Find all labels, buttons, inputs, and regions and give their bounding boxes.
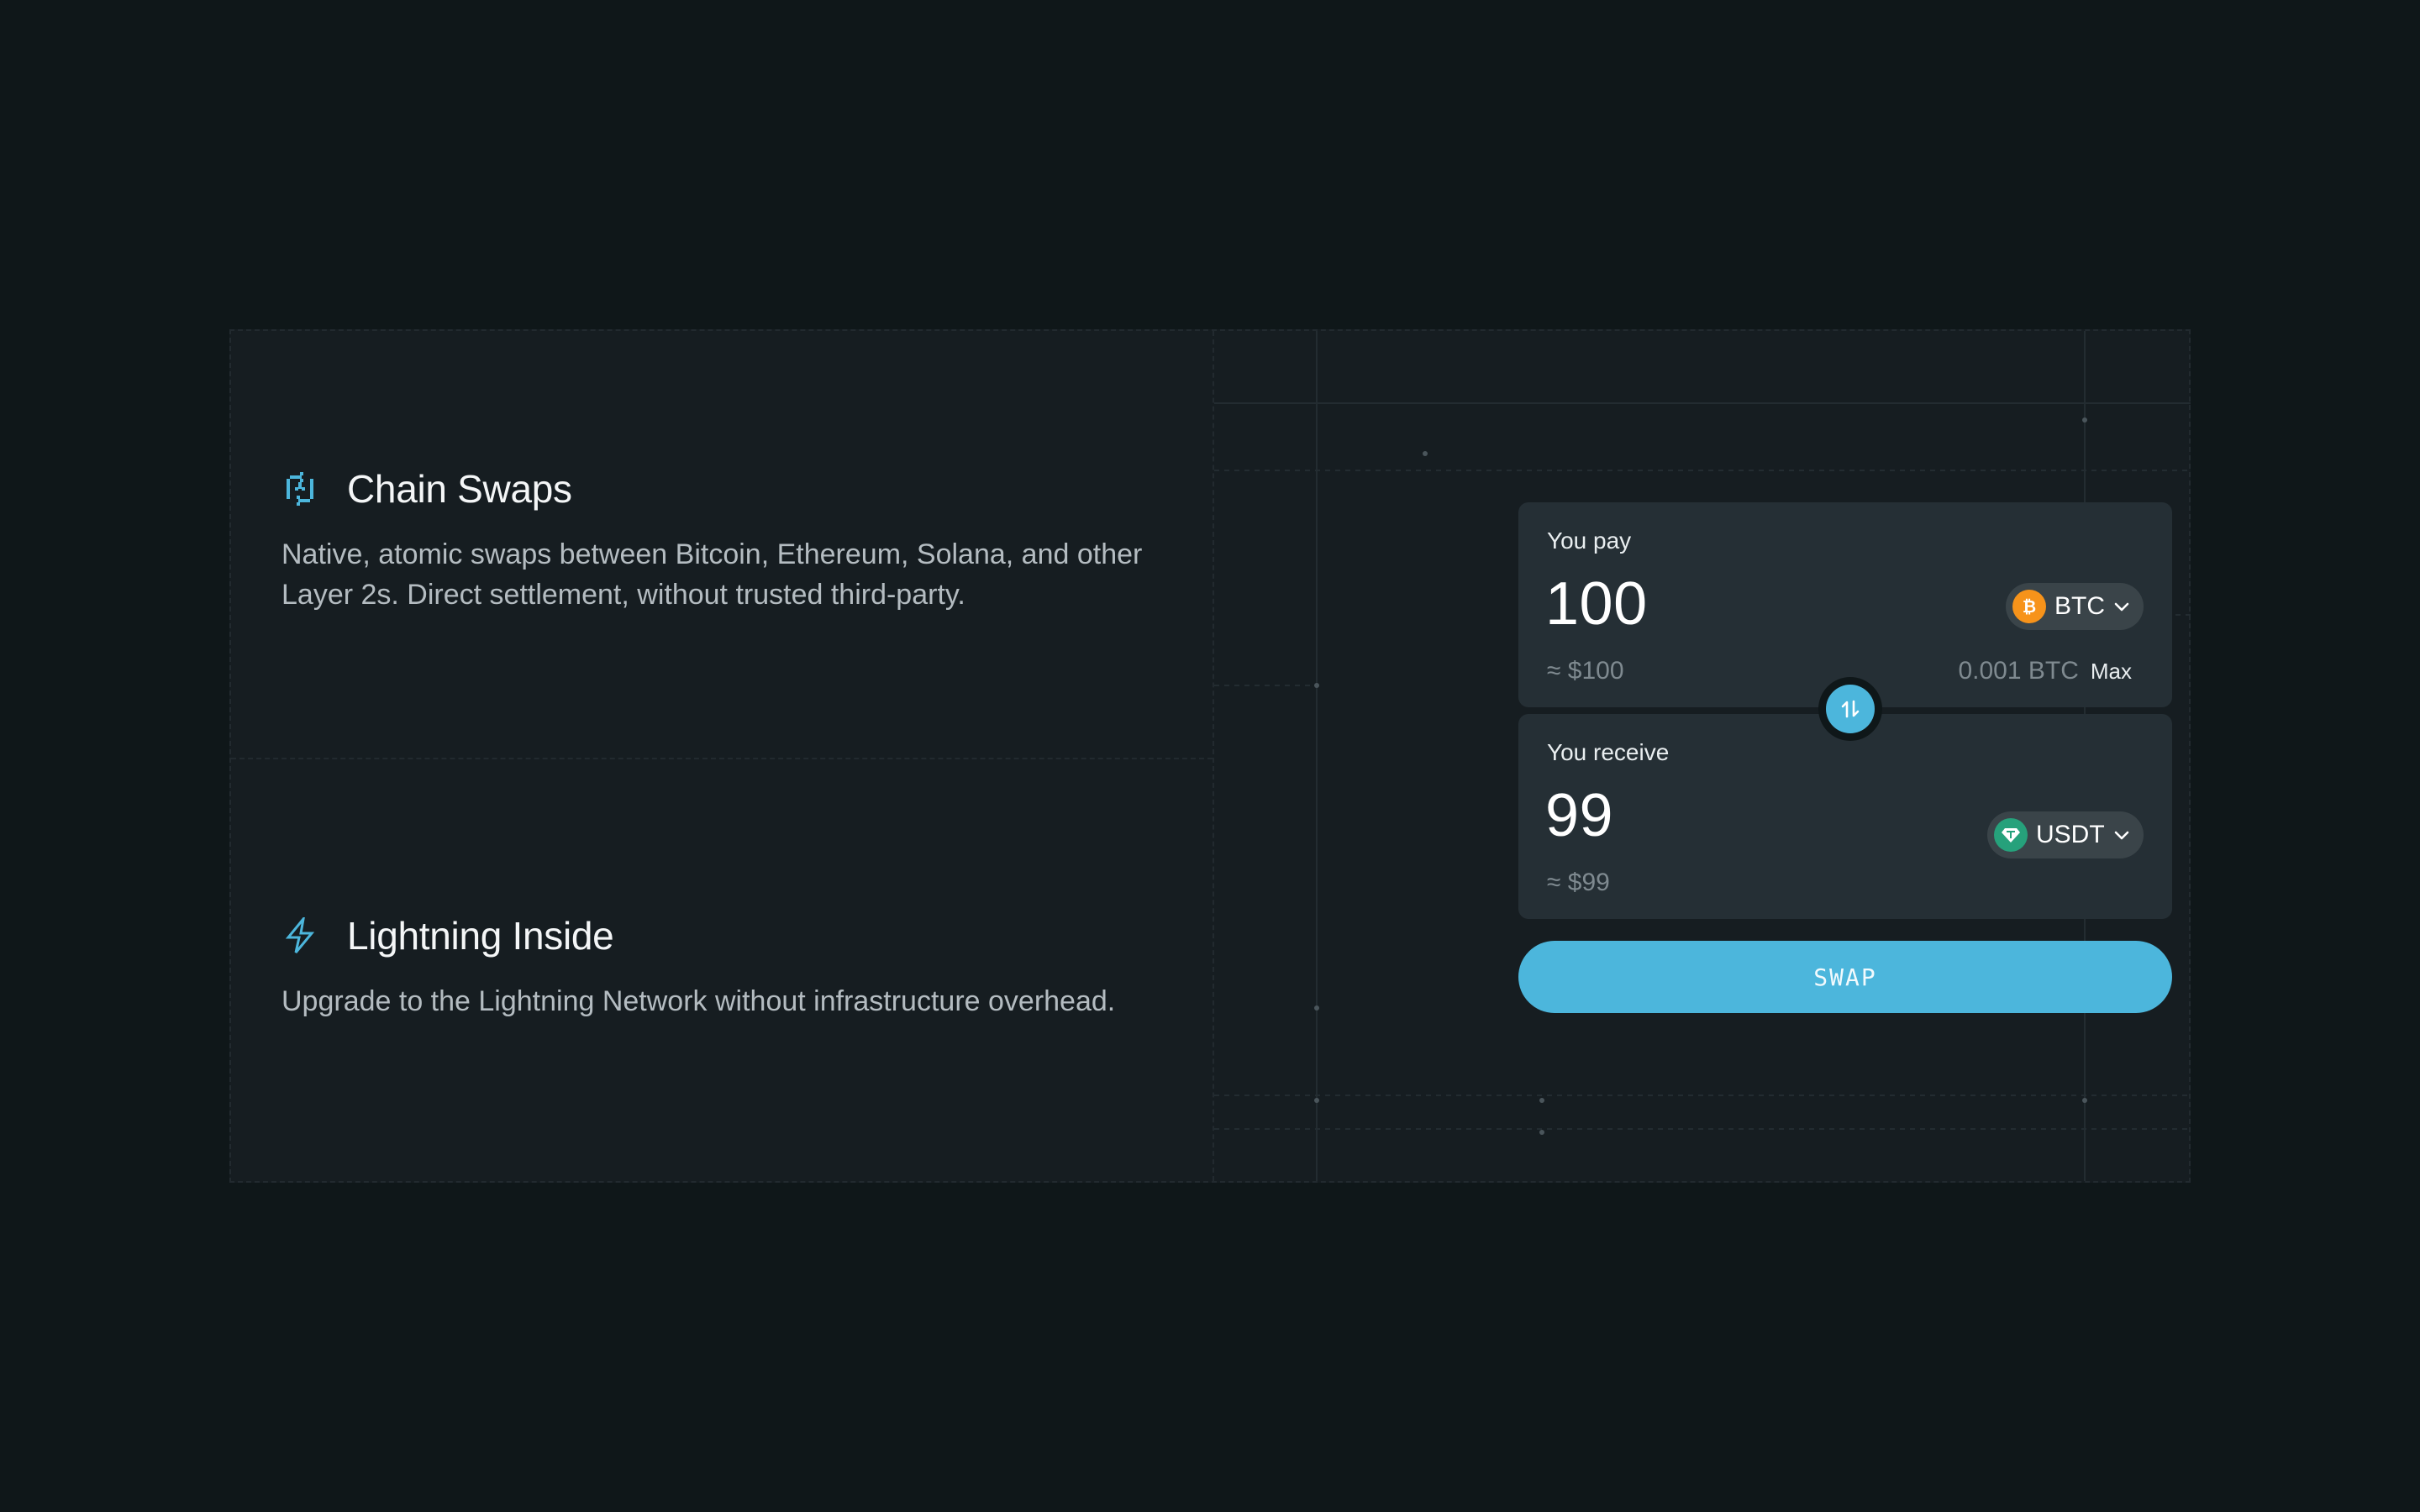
receive-token-selector[interactable]: USDT: [1987, 811, 2144, 858]
chain-swap-icon: [281, 470, 318, 507]
receive-fiat-value: ≈ $99: [1547, 869, 1610, 896]
pay-balance: 0.001 BTC Max: [1958, 657, 2132, 685]
section-divider: [231, 758, 1213, 759]
lightning-icon: [281, 917, 318, 954]
feature-panel: Chain Swaps Native, atomic swaps between…: [229, 329, 2191, 1183]
receive-label: You receive: [1547, 739, 1670, 765]
pay-fiat-value: ≈ $100: [1547, 657, 1624, 685]
bitcoin-icon: ₿: [2012, 590, 2046, 623]
feature-chain-swaps: Chain Swaps Native, atomic swaps between…: [281, 465, 1189, 615]
max-button[interactable]: Max: [2091, 659, 2132, 685]
swap-widget-area: You pay 100 ₿ BTC ≈ $100 0.001 BTC Max Y…: [1214, 331, 2191, 1181]
swap-button[interactable]: SWAP: [1518, 941, 2172, 1013]
chevron-down-icon: [2114, 831, 2129, 840]
receive-card: You receive 99 USDT ≈ $99: [1518, 714, 2172, 919]
pay-token-name: BTC: [2054, 592, 2105, 620]
features-column: Chain Swaps Native, atomic swaps between…: [231, 331, 1213, 1181]
pay-label: You pay: [1547, 528, 1632, 554]
swap-arrows-icon: [1826, 685, 1875, 733]
feature-lightning-inside: Lightning Inside Upgrade to the Lightnin…: [281, 912, 1189, 1021]
feature-description: Native, atomic swaps between Bitcoin, Et…: [281, 538, 1143, 611]
feature-title: Chain Swaps: [347, 467, 572, 511]
pay-amount-input[interactable]: 100: [1545, 570, 1648, 638]
feature-description: Upgrade to the Lightning Network without…: [281, 985, 1116, 1017]
receive-amount[interactable]: 99: [1545, 781, 1613, 850]
pay-token-selector[interactable]: ₿ BTC: [2006, 583, 2144, 630]
switch-direction-button[interactable]: [1818, 677, 1882, 741]
svg-text:₿: ₿: [2023, 596, 2036, 617]
chevron-down-icon: [2114, 602, 2129, 612]
tether-icon: [1994, 818, 2028, 852]
balance-value: 0.001 BTC: [1958, 657, 2079, 685]
receive-token-name: USDT: [2036, 821, 2105, 848]
feature-title: Lightning Inside: [347, 914, 614, 958]
